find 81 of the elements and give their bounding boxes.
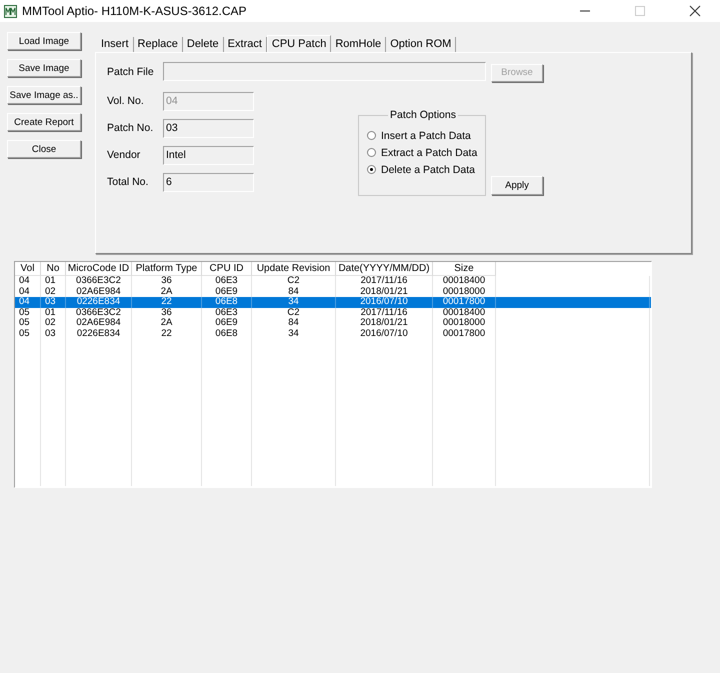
table-cell: 36: [132, 276, 202, 286]
table-cell: 84: [252, 318, 336, 328]
field-label: Vol. No.: [107, 95, 145, 107]
tab[interactable]: Extract: [224, 37, 267, 52]
field-label: Total No.: [107, 176, 150, 188]
column-header[interactable]: Vol: [15, 262, 41, 276]
column-header[interactable]: CPU ID: [202, 262, 252, 276]
table-cell: 2018/01/21: [336, 318, 433, 328]
table-cell: 2017/11/16: [336, 276, 433, 286]
table-cell: 2016/07/10: [336, 328, 433, 339]
side-button[interactable]: Load Image: [7, 32, 81, 50]
table-cell: 2017/11/16: [336, 308, 433, 318]
column-header[interactable]: Date(YYYY/MM/DD): [336, 262, 433, 276]
text-field[interactable]: 03: [163, 118, 254, 138]
table-cell: 01: [41, 308, 66, 318]
radio-button[interactable]: [367, 148, 376, 157]
table-row[interactable]: 05 03 0226E834 22 06E8 34 2016/07/10 00017800: [15, 328, 651, 339]
tab[interactable]: Replace: [134, 37, 183, 52]
table-cell: C2: [252, 276, 336, 286]
side-button[interactable]: Save Image: [7, 59, 81, 77]
table-cell: 03: [41, 297, 66, 308]
table-row[interactable]: 05 02 02A6E984 2A 06E9 84 2018/01/21 00018000: [15, 318, 651, 328]
column-header[interactable]: Platform Type: [132, 262, 202, 276]
side-button[interactable]: Create Report: [7, 113, 81, 131]
field-label: Vendor: [107, 149, 142, 161]
close-icon[interactable]: [689, 5, 701, 17]
table-cell: 06E9: [202, 318, 252, 328]
table-cell: 00017800: [433, 328, 496, 339]
table-cell: 0366E3C2: [66, 276, 132, 286]
radio-label[interactable]: Extract a Patch Data: [381, 146, 478, 158]
table-cell: 00018000: [433, 318, 496, 328]
table-cell: 22: [132, 297, 202, 308]
table-row[interactable]: 04 01 0366E3C2 36 06E3 C2 2017/11/16 00018400: [15, 276, 651, 286]
table-cell: 06E3: [202, 276, 252, 286]
apply-button[interactable]: Apply: [491, 176, 543, 194]
window-title: MMTool Aptio- H110M-K-ASUS-3612.CAP: [22, 4, 248, 18]
table-cell: 00018400: [433, 276, 496, 286]
table-cell: 06E8: [202, 328, 252, 339]
tab[interactable]: CPU Patch: [266, 35, 332, 52]
field-label: Patch File: [107, 66, 155, 78]
side-button[interactable]: Save Image as..: [7, 86, 81, 104]
table-cell: 0226E834: [66, 328, 132, 339]
column-header[interactable]: MicroCode ID: [66, 262, 132, 276]
column-header[interactable]: Size: [433, 262, 496, 276]
column-header[interactable]: Update Revision: [252, 262, 336, 276]
table-cell: 36: [132, 308, 202, 318]
table-cell: 34: [252, 297, 336, 308]
table-cell: 05: [15, 318, 41, 328]
table-cell: 02A6E984: [66, 318, 132, 328]
table-cell: 34: [252, 328, 336, 339]
table-cell: 04: [15, 297, 41, 308]
table-cell: C2: [252, 308, 336, 318]
table-cell: 00018400: [433, 308, 496, 318]
radio-label[interactable]: Delete a Patch Data: [381, 164, 475, 176]
table-row[interactable]: 04 03 0226E834 22 06E8 34 2016/07/10 00017800: [15, 297, 651, 308]
table-cell: 2A: [132, 318, 202, 328]
text-field[interactable]: Intel: [163, 146, 254, 164]
table-cell: 22: [132, 328, 202, 339]
text-field[interactable]: 6: [163, 172, 254, 192]
radio-button[interactable]: [367, 131, 376, 140]
table-cell: 0226E834: [66, 297, 132, 308]
column-header[interactable]: No: [41, 262, 66, 276]
group-title: Patch Options: [388, 108, 458, 120]
app-icon: [4, 4, 17, 18]
side-button[interactable]: Close: [7, 140, 81, 158]
table-cell: 02: [41, 318, 66, 328]
table-cell: 01: [41, 276, 66, 286]
table-cell: 00017800: [433, 297, 496, 308]
patch-file-field[interactable]: [163, 62, 486, 82]
table-cell: 04: [15, 276, 41, 286]
table-cell: 2016/07/10: [336, 297, 433, 308]
radio-button[interactable]: [367, 165, 376, 174]
table-cell: 06E3: [202, 308, 252, 318]
field-label: Patch No.: [107, 122, 154, 134]
table-cell: 0366E3C2: [66, 308, 132, 318]
table-cell: 06E8: [202, 297, 252, 308]
table-row[interactable]: 05 01 0366E3C2 36 06E3 C2 2017/11/16 00018400: [15, 308, 651, 318]
table-cell: 05: [15, 328, 41, 339]
table-cell: 05: [15, 308, 41, 318]
table-cell: 03: [41, 328, 66, 339]
radio-label[interactable]: Insert a Patch Data: [381, 130, 471, 142]
